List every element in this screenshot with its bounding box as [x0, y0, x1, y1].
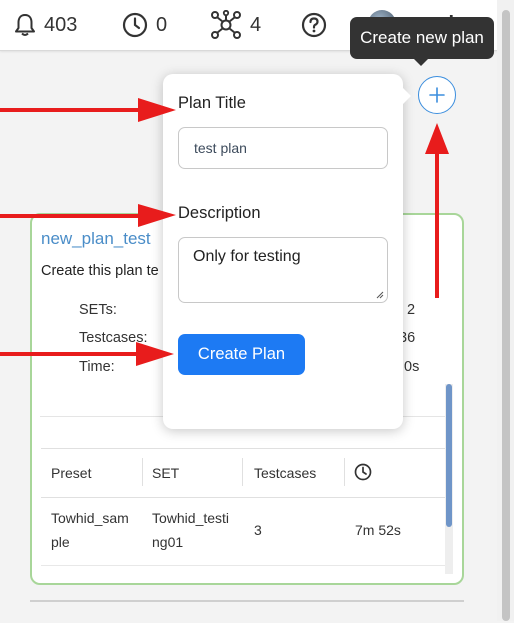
column-separator [344, 458, 345, 486]
meta-testcases-label: Testcases: [79, 330, 148, 346]
description-textarea[interactable]: Only for testing [178, 237, 388, 303]
create-plan-button[interactable]: Create Plan [178, 334, 305, 375]
table-cell-time: 7m 52s [355, 522, 401, 538]
table-row-border [41, 565, 445, 566]
plus-icon [429, 87, 445, 103]
plan-title-label: Plan Title [178, 94, 246, 112]
page-scrollbar-thumb[interactable] [502, 10, 510, 621]
description-text: Only for testing [193, 248, 301, 265]
help-button[interactable] [301, 10, 327, 40]
column-header-time[interactable] [354, 463, 372, 484]
table-cell-set: ng01 [152, 534, 184, 550]
card-scrollbar-thumb[interactable] [446, 384, 452, 527]
resize-grip-icon[interactable] [376, 291, 384, 299]
description-label: Description [178, 204, 261, 222]
clock-icon [122, 12, 148, 38]
table-cell-preset: ple [51, 534, 70, 550]
table-header-row [41, 448, 445, 498]
create-plan-tooltip: Create new plan [350, 17, 494, 66]
notifications-count: 403 [44, 13, 78, 36]
meta-time-value: 0s [404, 359, 420, 375]
table-cell-testcases: 3 [254, 522, 262, 538]
table-cell-preset: Towhid_sam [51, 510, 129, 526]
clock-icon [354, 463, 372, 481]
table-cell-set: Towhid_testi [152, 510, 230, 526]
add-plan-button[interactable] [418, 76, 456, 114]
next-card-edge [30, 600, 464, 623]
meta-sets-label: SETs: [79, 302, 117, 318]
column-header-testcases[interactable]: Testcases [254, 465, 316, 481]
network-count: 4 [250, 13, 262, 36]
create-plan-popover: Plan Title test plan Description Only fo… [163, 74, 411, 429]
clock-count: 0 [156, 13, 168, 36]
column-header-preset[interactable]: Preset [51, 465, 91, 481]
column-separator [142, 458, 143, 486]
notifications-button[interactable]: 403 [14, 10, 77, 40]
plan-title-input[interactable]: test plan [178, 127, 388, 169]
network-button[interactable]: 4 [210, 10, 261, 40]
network-icon [211, 10, 241, 39]
meta-sets-value: 2 [407, 302, 416, 318]
help-icon [301, 12, 327, 38]
plan-name-link[interactable]: new_plan_test [41, 229, 151, 249]
column-header-set[interactable]: SET [152, 465, 179, 481]
plan-description: Create this plan te [41, 263, 159, 279]
meta-time-label: Time: [79, 359, 115, 375]
bell-icon [15, 14, 35, 36]
column-separator [242, 458, 243, 486]
clock-button[interactable]: 0 [122, 10, 167, 40]
